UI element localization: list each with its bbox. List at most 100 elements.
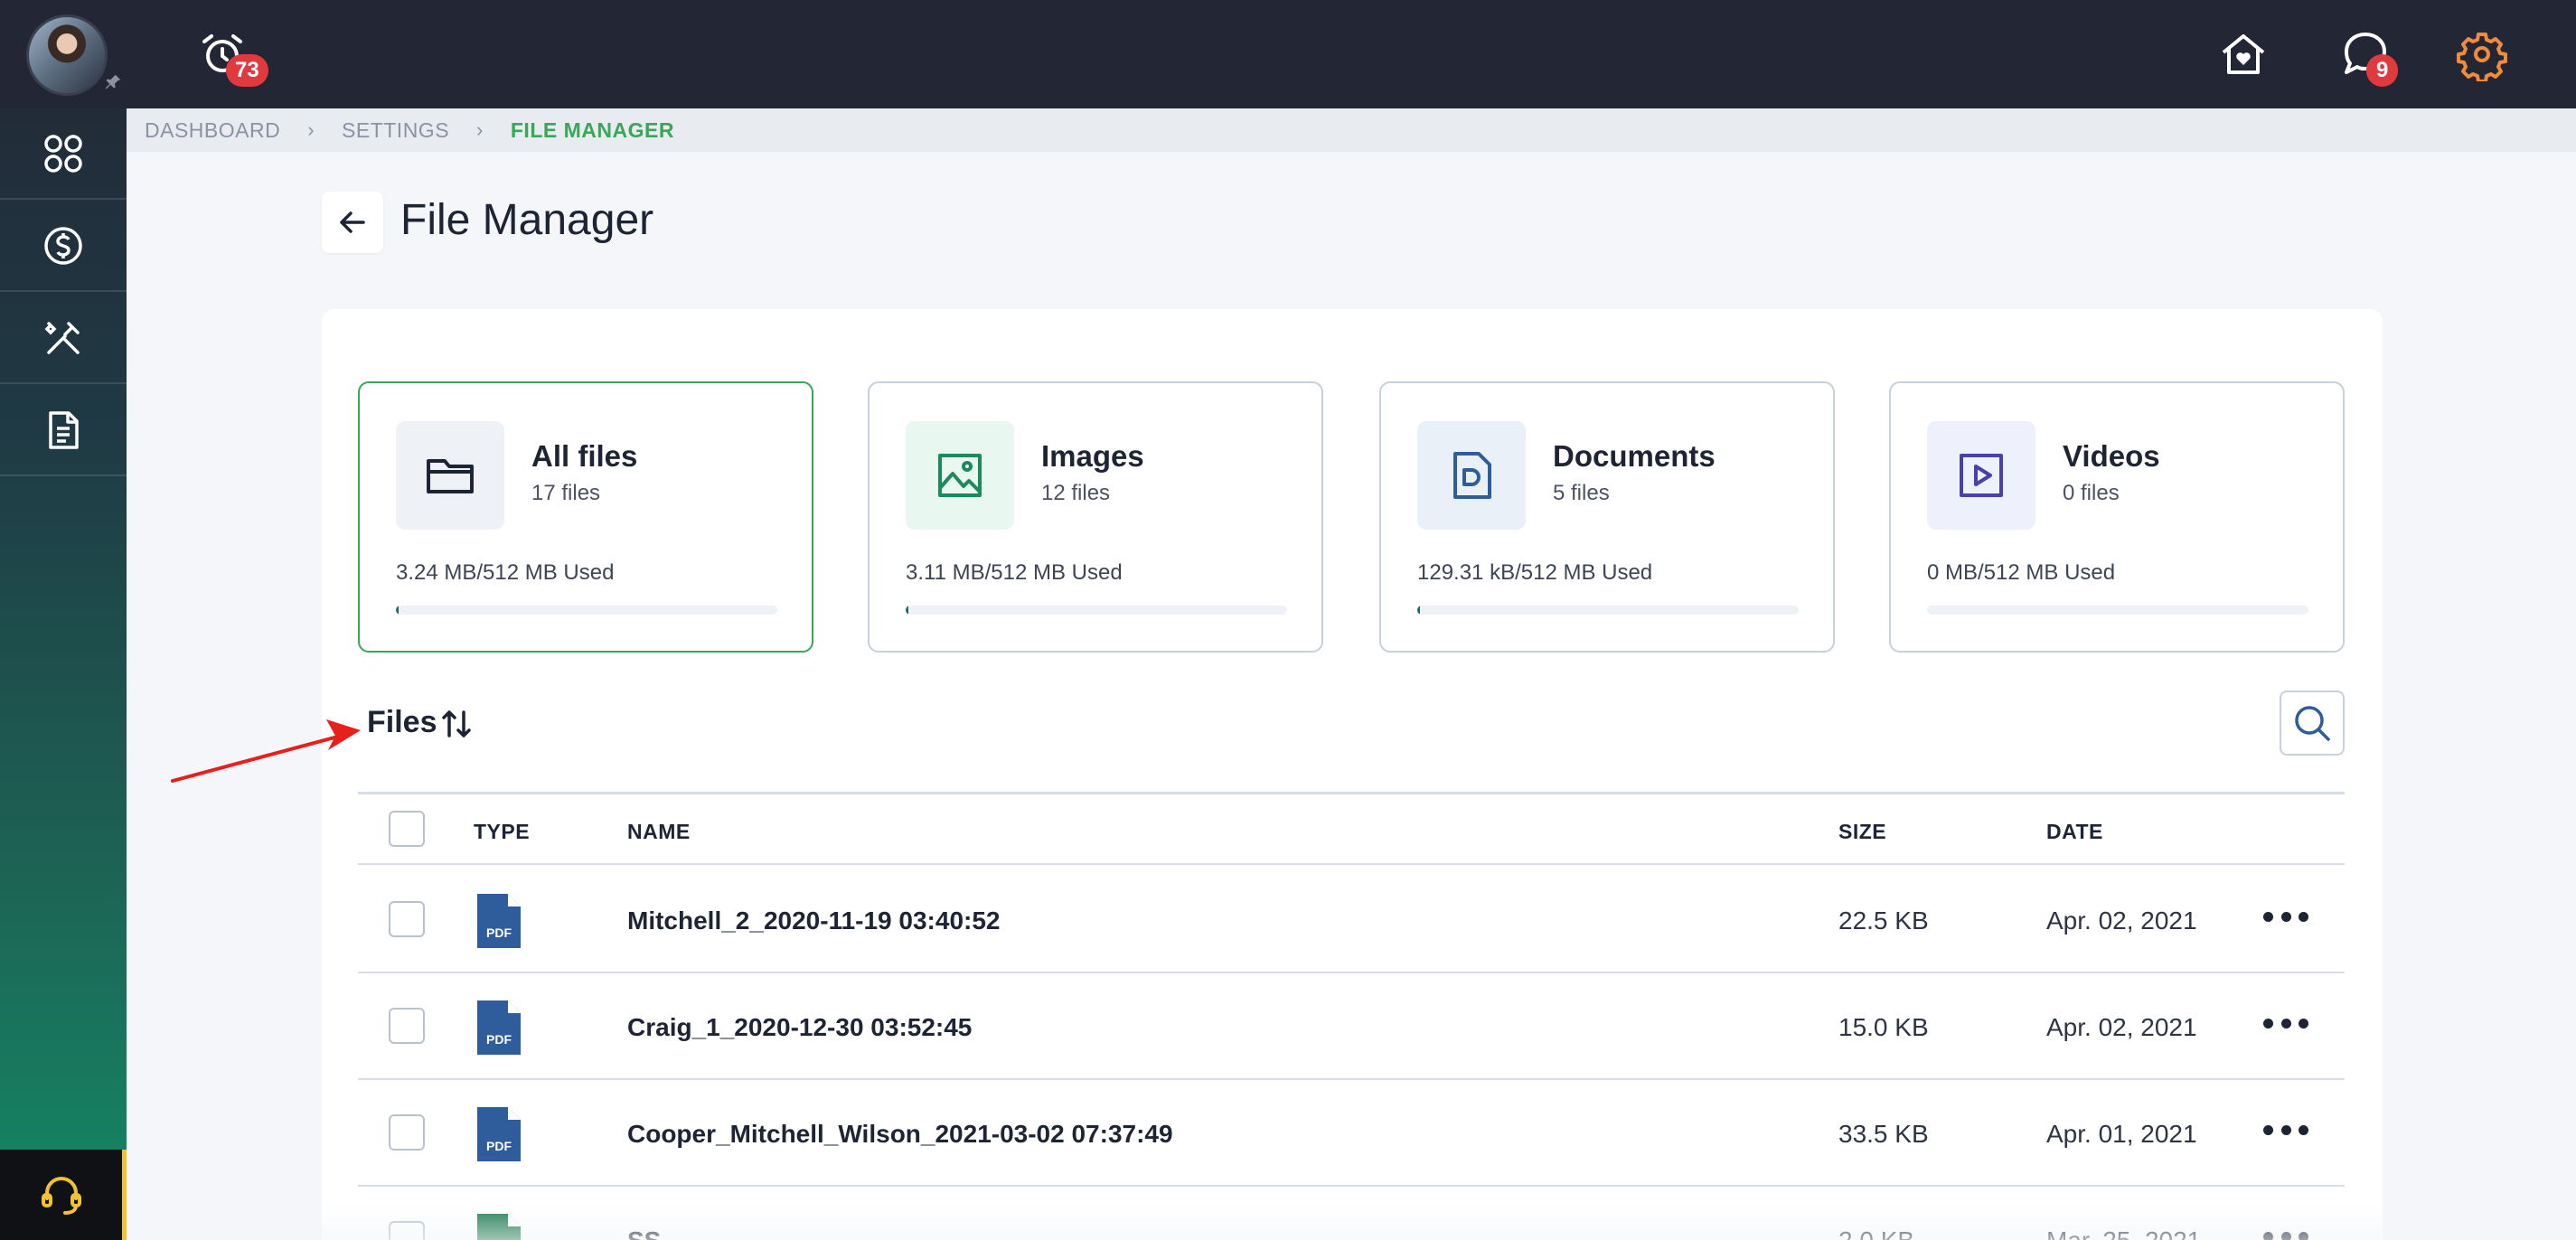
stat-icon-bg	[1927, 421, 2035, 530]
pdf-file-icon: PDF	[477, 1000, 521, 1055]
sidebar	[0, 0, 127, 1240]
chat-button[interactable]: 9	[2339, 27, 2411, 90]
more-options-button[interactable]	[2263, 1010, 2308, 1037]
pin-icon[interactable]	[103, 72, 123, 92]
file-type-label: PDF	[486, 1032, 512, 1047]
dot	[2299, 1124, 2308, 1135]
file-size: 22.5 KB	[1838, 907, 1929, 935]
grid-circles-icon	[44, 134, 82, 173]
back-button[interactable]	[322, 192, 383, 253]
usage-progress-bar	[396, 606, 777, 615]
table-row[interactable]: PDF Mitchell_2_2020-11-19 03:40:52 22.5 …	[358, 867, 2345, 973]
pdf-file-icon: PDF	[477, 1107, 521, 1161]
column-size[interactable]: SIZE	[1838, 820, 1886, 844]
table-header: TYPE NAME SIZE DATE	[358, 794, 2345, 865]
headset-icon	[41, 1177, 81, 1215]
file-size: 2.0 KB	[1838, 1226, 1914, 1240]
support-button[interactable]	[0, 1150, 127, 1240]
usage-progress-bar	[906, 606, 1287, 615]
dot	[2299, 911, 2308, 922]
dot	[2280, 1124, 2291, 1135]
dot	[2280, 1018, 2291, 1029]
table-row[interactable]: SS 2.0 KB Mar. 25, 2021	[358, 1187, 2345, 1240]
stat-icon-bg	[906, 421, 1014, 530]
sidebar-item-documents[interactable]	[0, 385, 127, 476]
page-title: File Manager	[400, 196, 654, 244]
column-type[interactable]: TYPE	[474, 820, 530, 844]
file-date: Apr. 02, 2021	[2046, 1013, 2197, 1041]
row-checkbox[interactable]	[389, 1221, 425, 1240]
dollar-coin-icon	[44, 226, 82, 265]
file-name[interactable]: SS	[627, 1226, 661, 1240]
search-icon	[2295, 706, 2330, 741]
file-name[interactable]: Cooper_Mitchell_Wilson_2021-03-02 07:37:…	[627, 1120, 1173, 1149]
dot	[2263, 1018, 2273, 1029]
sidebar-item-dashboard[interactable]	[0, 108, 127, 200]
stat-used: 3.11 MB/512 MB Used	[906, 560, 1123, 585]
stat-count: 17 files	[531, 481, 601, 505]
breadcrumb: DASHBOARD › SETTINGS › FILE MANAGER	[127, 108, 2576, 152]
dot	[2299, 1018, 2308, 1029]
stat-icon-bg	[1417, 421, 1526, 530]
sidebar-item-billing[interactable]	[0, 201, 127, 292]
select-all-checkbox[interactable]	[389, 811, 425, 847]
column-date[interactable]: DATE	[2046, 820, 2103, 844]
chevron-right-icon: ›	[307, 118, 315, 141]
file-type-label: PDF	[486, 1139, 512, 1153]
file-name[interactable]: Mitchell_2_2020-11-19 03:40:52	[627, 907, 1001, 935]
annotation-arrow-icon	[171, 719, 361, 783]
table-row[interactable]: PDF Cooper_Mitchell_Wilson_2021-03-02 07…	[358, 1080, 2345, 1187]
file-type-label: PDF	[486, 925, 512, 940]
sidebar-item-tools[interactable]	[0, 293, 127, 384]
file-date: Apr. 01, 2021	[2046, 1120, 2197, 1148]
usage-progress-fill	[1417, 606, 1420, 615]
stat-card-videos[interactable]: Videos 0 files 0 MB/512 MB Used	[1889, 381, 2345, 653]
pdf-file-icon: PDF	[477, 894, 521, 948]
search-button[interactable]	[2280, 690, 2345, 756]
dot	[2263, 911, 2273, 922]
alarm-button[interactable]: 73	[197, 29, 278, 92]
usage-progress-fill	[396, 606, 399, 615]
tools-icon	[44, 321, 80, 354]
stat-icon-bg	[396, 421, 504, 530]
breadcrumb-settings[interactable]: SETTINGS	[342, 118, 449, 143]
file-date: Apr. 02, 2021	[2046, 907, 2197, 935]
dot	[2280, 1231, 2291, 1240]
table-row[interactable]: PDF Craig_1_2020-12-30 03:52:45 15.0 KB …	[358, 973, 2345, 1080]
row-checkbox[interactable]	[389, 1008, 425, 1044]
stat-used: 129.31 kB/512 MB Used	[1417, 560, 1653, 585]
play-video-icon	[1960, 454, 2003, 497]
more-options-button[interactable]	[2263, 1116, 2308, 1143]
file-name[interactable]: Craig_1_2020-12-30 03:52:45	[627, 1013, 972, 1042]
file-manager-card: All files 17 files 3.24 MB/512 MB Used I…	[322, 309, 2383, 1240]
home-heart-icon[interactable]	[2216, 27, 2270, 81]
row-checkbox[interactable]	[389, 1114, 425, 1151]
stat-count: 0 files	[2063, 481, 2120, 505]
dot	[2299, 1231, 2308, 1240]
document-icon	[49, 410, 79, 449]
sort-arrows-icon	[442, 710, 472, 737]
image-icon	[938, 454, 982, 497]
more-options-button[interactable]	[2263, 903, 2308, 930]
stat-title: All files	[531, 439, 638, 473]
breadcrumb-dashboard[interactable]: DASHBOARD	[145, 118, 280, 143]
spreadsheet-file-icon	[477, 1214, 521, 1240]
stat-used: 3.24 MB/512 MB Used	[396, 560, 615, 585]
files-label: Files	[367, 705, 437, 739]
stat-card-documents[interactable]: Documents 5 files 129.31 kB/512 MB Used	[1379, 381, 1835, 653]
more-options-button[interactable]	[2263, 1223, 2308, 1240]
column-name[interactable]: NAME	[627, 820, 691, 844]
usage-progress-bar	[1417, 606, 1799, 615]
gear-icon[interactable]	[2455, 27, 2509, 81]
avatar[interactable]	[26, 14, 108, 96]
row-checkbox[interactable]	[389, 901, 425, 937]
folder-icon	[427, 459, 474, 493]
dot	[2263, 1124, 2273, 1135]
files-sort-toggle[interactable]: Files	[367, 705, 473, 740]
usage-progress-bar	[1927, 606, 2308, 615]
alarm-badge: 73	[226, 54, 268, 87]
stat-card-images[interactable]: Images 12 files 3.11 MB/512 MB Used	[868, 381, 1323, 653]
stat-card-all-files[interactable]: All files 17 files 3.24 MB/512 MB Used	[358, 381, 813, 653]
file-size: 33.5 KB	[1838, 1120, 1929, 1148]
arrow-left-icon	[340, 211, 365, 233]
